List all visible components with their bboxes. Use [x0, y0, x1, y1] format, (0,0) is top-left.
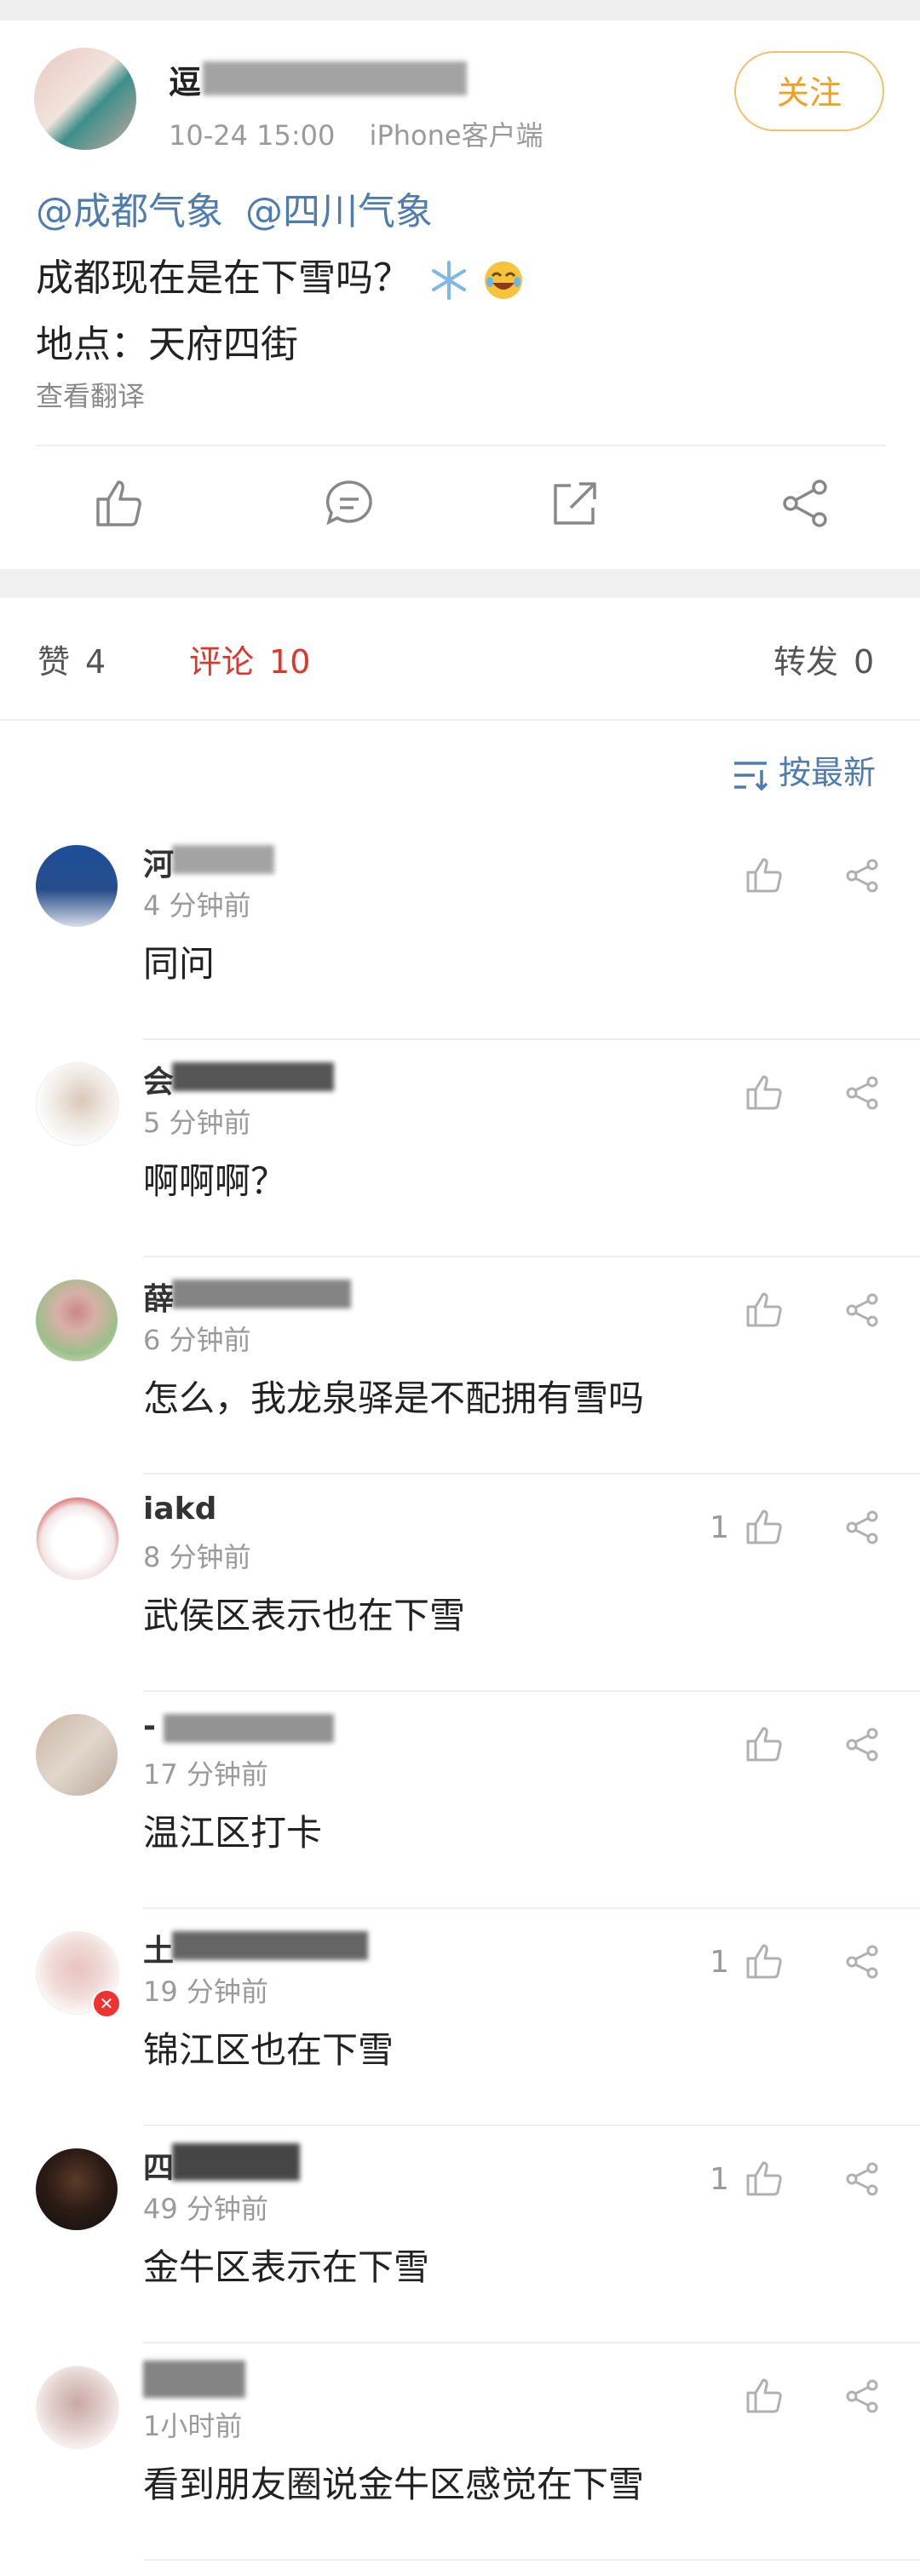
comment-text: 武侯区表示也在下雪: [143, 1595, 466, 1636]
avatar[interactable]: [36, 1497, 119, 1580]
comment-icon[interactable]: [319, 474, 379, 533]
redaction-blur: [172, 845, 274, 874]
commenter-name[interactable]: -: [143, 1709, 365, 1750]
comment-text: 怎么，我龙泉驿是不配拥有雪吗: [143, 1377, 645, 1419]
comment-item[interactable]: 1小时前 看到朋友圈说金牛区感觉在下雪: [0, 2343, 920, 2561]
redaction-blur: [172, 1931, 368, 1960]
share-icon[interactable]: [842, 855, 883, 896]
share-icon[interactable]: [842, 1290, 883, 1331]
laughing-emoji-icon: [482, 259, 525, 302]
post-source: iPhone客户端: [369, 119, 543, 152]
commenter-name[interactable]: 四: [143, 2143, 365, 2186]
comment-text: 锦江区也在下雪: [143, 2029, 394, 2071]
snowflake-icon: [428, 259, 470, 302]
comment-time: 5 分钟前: [143, 1107, 251, 1139]
sort-button[interactable]: 按最新: [731, 746, 876, 793]
post-text-line: 成都现在是在下雪吗？: [36, 247, 525, 302]
thumbs-up-icon[interactable]: [741, 1286, 787, 1332]
comment-item[interactable]: 薛 6 分钟前 怎么，我龙泉驿是不配拥有雪吗: [0, 1257, 920, 1475]
comment-time: 17 分钟前: [143, 1758, 268, 1791]
comment-time: 19 分钟前: [143, 1975, 268, 2008]
verified-badge-icon: ✕: [92, 1989, 121, 2018]
comment-item[interactable]: 四 49 分钟前 金牛区表示在下雪 1: [0, 2126, 920, 2343]
like-count: 1: [710, 1945, 729, 1980]
avatar[interactable]: [36, 845, 118, 927]
share-icon[interactable]: [842, 2159, 883, 2199]
comment-text: 金牛区表示在下雪: [143, 2246, 430, 2288]
redaction-blur: [164, 1714, 334, 1743]
share-icon[interactable]: [842, 2376, 883, 2417]
thumbs-up-icon[interactable]: [741, 1069, 787, 1115]
share-icon[interactable]: [842, 1507, 883, 1548]
redaction-blur: [143, 2360, 245, 2398]
thumbs-up-icon[interactable]: [741, 1721, 787, 1767]
repost-icon[interactable]: [545, 474, 605, 533]
comment-item[interactable]: 会 5 分钟前 啊啊啊？: [0, 1040, 920, 1257]
tab-reposts[interactable]: 转发 0: [773, 635, 874, 682]
comment-time: 4 分钟前: [143, 889, 251, 922]
translate-link[interactable]: 查看翻译: [36, 375, 145, 414]
share-icon[interactable]: [842, 1072, 883, 1113]
commenter-name[interactable]: 河: [143, 840, 365, 883]
section-gap: [0, 569, 920, 598]
thumbs-up-icon[interactable]: [741, 2372, 787, 2418]
like-count: 1: [710, 1510, 729, 1545]
commenter-name[interactable]: 土: [143, 1926, 368, 1969]
avatar[interactable]: [36, 1714, 118, 1796]
avatar[interactable]: [36, 2148, 118, 2230]
redaction-blur: [172, 2143, 300, 2181]
avatar[interactable]: [36, 1279, 118, 1361]
divider: [36, 445, 886, 446]
share-icon[interactable]: [842, 1724, 883, 1765]
sort-icon: [734, 761, 768, 791]
post-mentions: @成都气象 @四川气象: [36, 181, 443, 235]
comment-item[interactable]: ✕ 土 19 分钟前 锦江区也在下雪 1: [0, 1909, 920, 2126]
post-text-location: 地点：天府四街: [36, 323, 298, 366]
comment-text: 同问: [143, 943, 216, 985]
like-icon[interactable]: [89, 474, 149, 533]
post-timestamp: 10-24 15:00: [169, 119, 336, 152]
commenter-name[interactable]: 会: [143, 1057, 365, 1100]
share-icon[interactable]: [775, 474, 835, 533]
comment-time: 1小时前: [143, 2410, 243, 2442]
thumbs-up-icon[interactable]: [741, 1938, 787, 1984]
thumbs-up-icon[interactable]: [741, 852, 787, 898]
redaction-blur: [172, 1279, 351, 1308]
like-count: 1: [710, 2162, 729, 2197]
tab-likes[interactable]: 赞4: [37, 635, 106, 682]
tab-comments[interactable]: 评论 10: [189, 635, 310, 682]
divider: [0, 719, 920, 721]
follow-button[interactable]: 关注: [734, 51, 884, 131]
commenter-name[interactable]: [143, 2360, 365, 2401]
mention-link[interactable]: @四川气象: [245, 190, 433, 233]
comment-text: 看到朋友圈说金牛区感觉在下雪: [143, 2464, 645, 2505]
comment-time: 49 分钟前: [143, 2193, 268, 2225]
thumbs-up-icon[interactable]: [741, 1504, 787, 1550]
redaction-blur: [203, 61, 467, 95]
share-icon[interactable]: [842, 1941, 883, 1982]
comment-text: 温江区打卡: [143, 1812, 323, 1854]
comment-item[interactable]: - 17 分钟前 温江区打卡: [0, 1692, 920, 1909]
comment-time: 8 分钟前: [143, 1541, 251, 1573]
thumbs-up-icon[interactable]: [741, 2155, 787, 2201]
commenter-name[interactable]: 薛: [143, 1274, 365, 1317]
avatar[interactable]: [36, 1062, 119, 1146]
commenter-name[interactable]: iakd: [143, 1492, 365, 1532]
avatar[interactable]: [36, 2366, 119, 2449]
mention-link[interactable]: @成都气象: [36, 190, 223, 233]
author-name[interactable]: 逗: [169, 56, 475, 104]
redaction-blur: [172, 1062, 334, 1091]
divider: [143, 2559, 920, 2561]
comment-time: 6 分钟前: [143, 1324, 251, 1356]
author-avatar[interactable]: [34, 48, 136, 150]
comment-text: 啊啊啊？: [143, 1160, 287, 1202]
comment-item[interactable]: 河 4 分钟前 同问: [0, 823, 920, 1040]
comment-item[interactable]: iakd 8 分钟前 武侯区表示也在下雪 1: [0, 1475, 920, 1692]
post-meta: 10-24 15:00 iPhone客户端: [169, 114, 569, 153]
top-strip: [0, 0, 920, 20]
post-text: 成都现在是在下雪吗？: [36, 256, 411, 300]
